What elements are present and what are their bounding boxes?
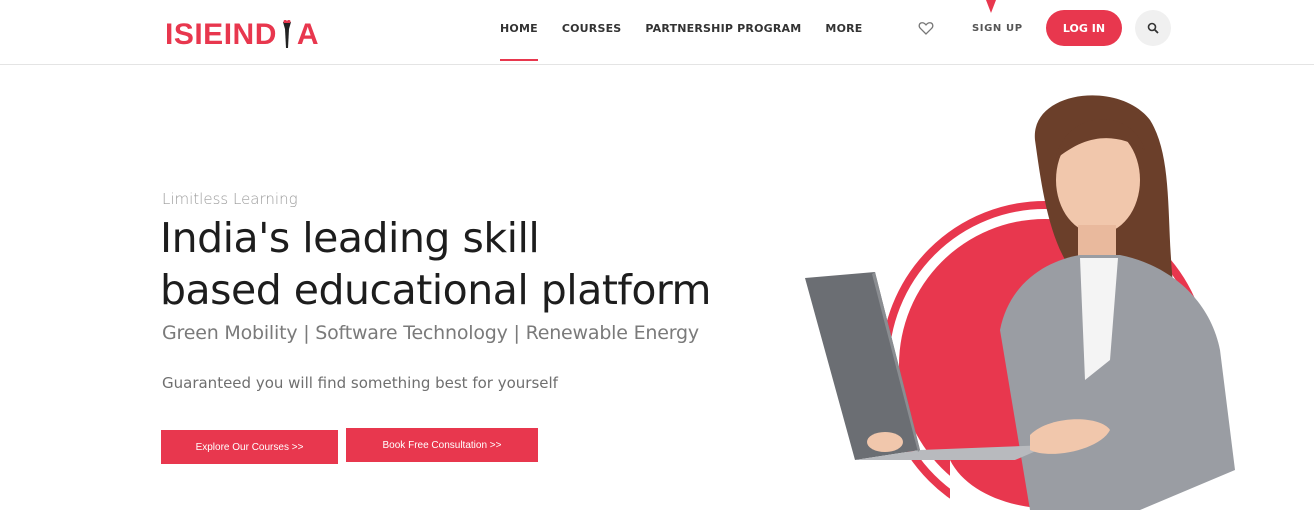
- search-icon: [1147, 22, 1159, 34]
- torch-icon: [282, 20, 291, 48]
- explore-courses-button[interactable]: Explore Our Courses >>: [161, 430, 338, 464]
- hero-headline-line1: India's leading skill: [160, 214, 540, 262]
- logo-text: ISIEIND: [165, 18, 277, 51]
- top-navigation-bar: ISIEIND A HOME COURSES PARTNERSHIP PROGR…: [0, 0, 1314, 65]
- hero-eyebrow: Limitless Learning: [162, 190, 298, 208]
- heart-icon[interactable]: [918, 20, 934, 36]
- cursor-pointer-icon: [986, 0, 996, 13]
- hero-tagline: Guaranteed you will find something best …: [162, 374, 558, 392]
- book-consultation-button[interactable]: Book Free Consultation >>: [346, 428, 538, 462]
- login-button[interactable]: LOG IN: [1046, 10, 1122, 46]
- nav-more[interactable]: MORE: [825, 20, 862, 38]
- logo-text-end: A: [296, 18, 320, 51]
- site-logo[interactable]: ISIEIND A: [165, 18, 319, 52]
- nav-courses[interactable]: COURSES: [562, 20, 622, 38]
- nav-home[interactable]: HOME: [500, 20, 538, 61]
- hero-subline: Green Mobility | Software Technology | R…: [162, 322, 699, 344]
- hero-image-woman-with-laptop: [805, 95, 1235, 530]
- hero-headline: India's leading skill based educational …: [160, 212, 712, 316]
- search-button[interactable]: [1135, 10, 1171, 46]
- hero-headline-line2: based educational platform: [160, 266, 712, 314]
- main-nav: HOME COURSES PARTNERSHIP PROGRAM MORE: [500, 20, 887, 61]
- nav-partnership-program[interactable]: PARTNERSHIP PROGRAM: [645, 20, 801, 38]
- signup-link[interactable]: SIGN UP: [972, 20, 1023, 38]
